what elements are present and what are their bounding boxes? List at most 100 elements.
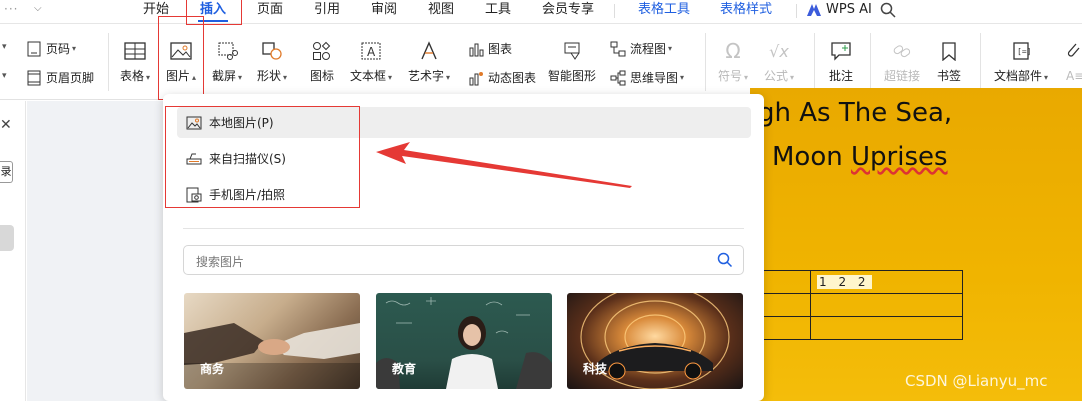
tab-references[interactable]: 引用 [314, 0, 340, 20]
paperclip-icon[interactable] [1064, 40, 1082, 63]
header-footer-button[interactable]: 页眉页脚 [26, 69, 94, 86]
dynamic-chart-button[interactable]: 动态图表 [468, 69, 536, 86]
document-text-line: Moon Uprises [772, 142, 948, 172]
table-button[interactable]: 表格 ▾ [120, 39, 150, 84]
tab-tools[interactable]: 工具 [485, 0, 511, 20]
wordart-icon [417, 39, 441, 63]
table-label: 表格 [120, 69, 145, 83]
divider [870, 33, 871, 91]
link-icon [890, 39, 914, 63]
chevron-down-icon[interactable]: ⌵ [34, 3, 42, 14]
business-thumbnail[interactable]: 商务 [184, 293, 360, 389]
tab-wps-ai[interactable]: WPS AI [806, 0, 872, 20]
bookmark-icon [937, 39, 961, 63]
search-icon[interactable] [717, 252, 733, 271]
table-icon [123, 39, 147, 63]
icons-grid-icon [310, 39, 334, 63]
divider [980, 33, 981, 91]
tab-view[interactable]: 视图 [428, 0, 454, 20]
text-style-icon[interactable]: A≡ [1066, 69, 1082, 83]
mindmap-button[interactable]: 思维导图 ▾ [610, 69, 684, 86]
smart-graphic-label: 智能图形 [548, 69, 597, 83]
document-text: Moon [772, 142, 851, 172]
page-number-icon [26, 41, 42, 57]
divider [705, 33, 706, 91]
chevron-down-icon[interactable]: ▾ [2, 42, 7, 52]
table-cell[interactable] [810, 316, 963, 340]
page-number-button[interactable]: 页码 ▾ [26, 40, 76, 57]
close-icon[interactable]: ✕ [0, 117, 12, 133]
symbol-button[interactable]: Ω 符号 ▾ [718, 39, 748, 84]
table-cell[interactable] [760, 270, 811, 294]
table-cell[interactable] [760, 316, 811, 340]
divider [614, 4, 615, 18]
tab-page[interactable]: 页面 [257, 0, 283, 20]
search-icon[interactable] [880, 2, 896, 21]
education-thumbnail[interactable]: 教育 [376, 293, 552, 389]
technology-thumbnail[interactable]: 科技 [567, 293, 743, 389]
wordart-button[interactable]: 艺术字 ▾ [408, 39, 450, 84]
annotation-arrow-icon [376, 142, 632, 188]
doc-parts-label: 文档部件 [994, 69, 1043, 83]
tab-table-tools[interactable]: 表格工具 [638, 0, 690, 20]
side-tab[interactable]: 录 [0, 161, 13, 183]
hyperlink-button[interactable]: 超链接 [884, 39, 920, 84]
hyperlink-label: 超链接 [884, 69, 921, 83]
mindmap-icon [610, 70, 626, 86]
shape-icon [260, 39, 284, 63]
annotation-box-picture-button [158, 16, 204, 100]
shape-label: 形状 [257, 69, 282, 83]
divider [796, 4, 797, 18]
divider [183, 228, 744, 229]
svg-text:A: A [367, 45, 376, 59]
header-footer-icon [26, 70, 42, 86]
tab-review[interactable]: 审阅 [371, 0, 397, 20]
side-handle[interactable] [0, 225, 14, 251]
icon-button[interactable]: 图标 [310, 39, 334, 84]
category-label: 教育 [392, 362, 417, 376]
tab-table-style[interactable]: 表格样式 [720, 0, 772, 20]
search-placeholder: 搜索图片 [196, 255, 245, 269]
flowchart-label: 流程图 [630, 42, 667, 56]
category-label: 科技 [583, 362, 608, 376]
smart-graphic-icon [560, 39, 584, 63]
smart-graphic-button[interactable]: 智能图形 [548, 39, 596, 84]
dynamic-chart-label: 动态图表 [488, 71, 537, 85]
divider [814, 33, 815, 91]
table-cell[interactable] [760, 293, 811, 317]
textbox-icon: A [359, 39, 383, 63]
page-number-label: 页码 [46, 42, 71, 56]
document-table[interactable]: 1 2 2 [760, 270, 963, 340]
tab-member[interactable]: 会员专享 [542, 0, 594, 20]
comment-button[interactable]: 批注 [829, 39, 853, 84]
dynamic-chart-icon [468, 70, 484, 86]
svg-text:[=]: [=] [1017, 47, 1031, 56]
screenshot-button[interactable]: 截屏 ▾ [212, 39, 242, 84]
more-icon[interactable]: ··· [4, 2, 18, 16]
doc-parts-button[interactable]: [=] 文档部件 ▾ [994, 39, 1048, 84]
wps-ai-icon [807, 4, 821, 16]
textbox-button[interactable]: A 文本框 ▾ [350, 39, 392, 84]
shape-button[interactable]: 形状 ▾ [257, 39, 287, 84]
divider [108, 33, 109, 91]
bookmark-label: 书签 [937, 69, 962, 83]
flowchart-icon [610, 41, 626, 57]
chart-button[interactable]: 图表 [468, 40, 512, 57]
chart-label: 图表 [488, 42, 513, 56]
formula-button[interactable]: √x 公式 ▾ [764, 39, 794, 84]
doc-parts-icon: [=] [1009, 39, 1033, 63]
header-footer-label: 页眉页脚 [46, 71, 95, 85]
comment-label: 批注 [829, 69, 854, 83]
bookmark-button[interactable]: 书签 [937, 39, 961, 84]
wordart-label: 艺术字 [408, 69, 445, 83]
document-text-line: gh As The Sea, [758, 98, 953, 128]
picture-search-input[interactable]: 搜索图片 [183, 245, 744, 275]
misspelled-word: Uprises [851, 142, 948, 172]
table-cell[interactable]: 1 2 2 [810, 270, 963, 294]
chevron-down-icon[interactable]: ▾ [2, 71, 7, 81]
category-label: 商务 [200, 362, 225, 376]
textbox-label: 文本框 [350, 69, 387, 83]
comment-icon [829, 39, 853, 63]
flowchart-button[interactable]: 流程图 ▾ [610, 40, 672, 57]
table-cell[interactable] [810, 293, 963, 317]
